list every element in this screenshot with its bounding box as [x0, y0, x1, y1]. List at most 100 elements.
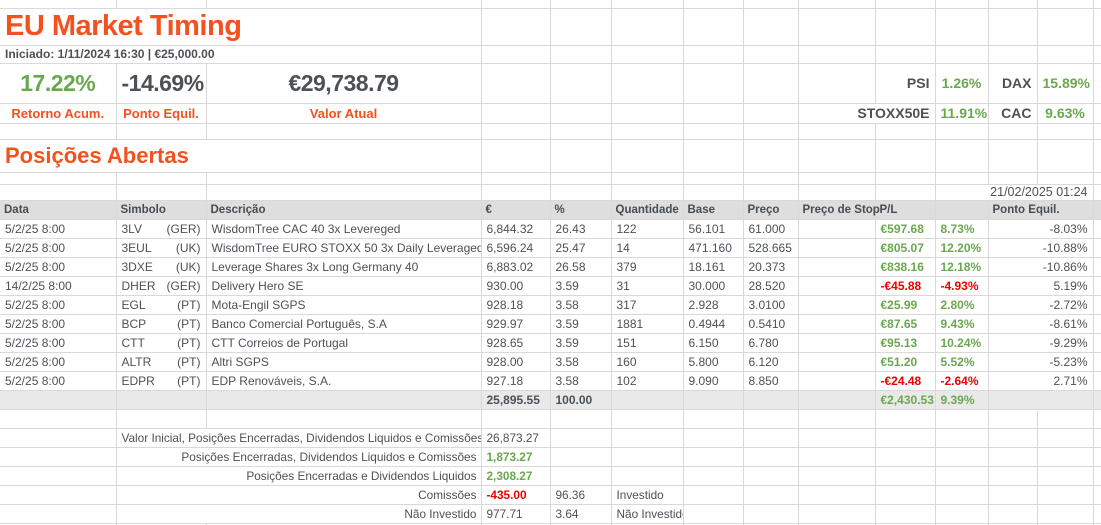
cell-stop-price[interactable]: [798, 276, 875, 295]
cell-description[interactable]: Altri SGPS: [206, 352, 481, 371]
cell-symbol[interactable]: 3DXE(UK): [116, 257, 206, 276]
cell-price[interactable]: 61.000: [743, 219, 798, 238]
cell-pl-pct[interactable]: 8.73%: [935, 219, 988, 238]
cell-symbol[interactable]: 3LV(GER): [116, 219, 206, 238]
cell-pl-eur[interactable]: €597.68: [875, 219, 935, 238]
col-header-ponto-equil[interactable]: Ponto Equil.: [988, 200, 1093, 219]
index-cac-label[interactable]: CAC: [988, 103, 1037, 123]
index-stoxx-label[interactable]: STOXX50E: [798, 103, 935, 123]
cell-date[interactable]: 14/2/25 8:00: [0, 276, 116, 295]
col-header-preco[interactable]: Preço: [743, 200, 798, 219]
cell-pl-pct[interactable]: 5.52%: [935, 352, 988, 371]
cell-description[interactable]: Banco Comercial Português, S.A: [206, 314, 481, 333]
cell-base[interactable]: 56.101: [683, 219, 743, 238]
col-header-quantidade[interactable]: Quantidade: [611, 200, 683, 219]
cell-eur[interactable]: 6,883.02: [481, 257, 550, 276]
cell-breakeven[interactable]: -8.03%: [988, 219, 1093, 238]
index-dax-label[interactable]: DAX: [988, 63, 1037, 103]
summary-label[interactable]: Posições Encerradas, Dividendos Liquidos…: [116, 447, 481, 466]
summary-pct-label[interactable]: Não Investido: [611, 504, 683, 523]
cell-pct[interactable]: 26.43: [550, 219, 611, 238]
cell-price[interactable]: 528.665: [743, 238, 798, 257]
cell-symbol[interactable]: EDPR(PT): [116, 371, 206, 390]
cell-stop-price[interactable]: [798, 257, 875, 276]
cell-description[interactable]: WisdomTree EURO STOXX 50 3x Daily Levera…: [206, 238, 481, 257]
cell-pl-eur[interactable]: -€24.48: [875, 371, 935, 390]
cell-base[interactable]: 9.090: [683, 371, 743, 390]
col-header-pl[interactable]: P/L: [875, 200, 935, 219]
cell-price[interactable]: 28.520: [743, 276, 798, 295]
cell-quantity[interactable]: 31: [611, 276, 683, 295]
page-title[interactable]: EU Market Timing: [0, 8, 481, 45]
cell-stop-price[interactable]: [798, 314, 875, 333]
cell-quantity[interactable]: 1881: [611, 314, 683, 333]
cell-stop-price[interactable]: [798, 371, 875, 390]
cell-eur[interactable]: 928.00: [481, 352, 550, 371]
cell-pl-pct[interactable]: 12.18%: [935, 257, 988, 276]
cell-pct[interactable]: 3.59: [550, 314, 611, 333]
summary-value[interactable]: -435.00: [481, 485, 550, 504]
cell-price[interactable]: 6.780: [743, 333, 798, 352]
col-header-data[interactable]: Data: [0, 200, 116, 219]
cell-description[interactable]: Leverage Shares 3x Long Germany 40: [206, 257, 481, 276]
stat-breakeven-label[interactable]: Ponto Equil.: [116, 103, 206, 123]
col-header-base[interactable]: Base: [683, 200, 743, 219]
col-header-simbolo[interactable]: Simbolo: [116, 200, 206, 219]
cell-breakeven[interactable]: -8.61%: [988, 314, 1093, 333]
cell-description[interactable]: EDP Renováveis, S.A.: [206, 371, 481, 390]
summary-value[interactable]: 1,873.27: [481, 447, 550, 466]
index-psi-label[interactable]: PSI: [875, 63, 935, 103]
cell-stop-price[interactable]: [798, 352, 875, 371]
cell-pl-eur[interactable]: -€45.88: [875, 276, 935, 295]
summary-pct-invested[interactable]: 96.36: [550, 485, 611, 504]
cell-quantity[interactable]: 102: [611, 371, 683, 390]
cell-date[interactable]: 5/2/25 8:00: [0, 257, 116, 276]
cell-eur[interactable]: 929.97: [481, 314, 550, 333]
cell-pct[interactable]: 26.58: [550, 257, 611, 276]
cell-breakeven[interactable]: -9.29%: [988, 333, 1093, 352]
cell-stop-price[interactable]: [798, 295, 875, 314]
index-cac-value[interactable]: 9.63%: [1037, 103, 1093, 123]
col-header-descricao[interactable]: Descrição: [206, 200, 481, 219]
cell-base[interactable]: 5.800: [683, 352, 743, 371]
cell-base[interactable]: 471.160: [683, 238, 743, 257]
cell-pct[interactable]: 3.58: [550, 352, 611, 371]
cell-eur[interactable]: 928.18: [481, 295, 550, 314]
cell-eur[interactable]: 6,844.32: [481, 219, 550, 238]
summary-value[interactable]: 26,873.27: [481, 428, 550, 447]
cell-pl-eur[interactable]: €51.20: [875, 352, 935, 371]
cell-breakeven[interactable]: -10.88%: [988, 238, 1093, 257]
cell-date[interactable]: 5/2/25 8:00: [0, 333, 116, 352]
cell-quantity[interactable]: 151: [611, 333, 683, 352]
cell-symbol[interactable]: ALTR(PT): [116, 352, 206, 371]
cell-description[interactable]: CTT Correios de Portugal: [206, 333, 481, 352]
cell-base[interactable]: 18.161: [683, 257, 743, 276]
cell-date[interactable]: 5/2/25 8:00: [0, 371, 116, 390]
cell-pct[interactable]: 3.59: [550, 276, 611, 295]
cell-pct[interactable]: 3.58: [550, 371, 611, 390]
summary-value[interactable]: 977.71: [481, 504, 550, 523]
cell-quantity[interactable]: 160: [611, 352, 683, 371]
cell-symbol[interactable]: EGL(PT): [116, 295, 206, 314]
summary-pct-uninvested[interactable]: 3.64: [550, 504, 611, 523]
cell-breakeven[interactable]: 2.71%: [988, 371, 1093, 390]
index-psi-value[interactable]: 1.26%: [935, 63, 988, 103]
cell-pl-eur[interactable]: €25.99: [875, 295, 935, 314]
col-header-eur[interactable]: €: [481, 200, 550, 219]
cell-description[interactable]: Mota-Engil SGPS: [206, 295, 481, 314]
col-header-preco-stop[interactable]: Preço de Stop: [798, 200, 875, 219]
cell-pl-eur[interactable]: €838.16: [875, 257, 935, 276]
cell-breakeven[interactable]: -5.23%: [988, 352, 1093, 371]
stat-current-value[interactable]: €29,738.79: [206, 63, 481, 103]
cell-pl-pct[interactable]: -4.93%: [935, 276, 988, 295]
cell-base[interactable]: 30.000: [683, 276, 743, 295]
cell-symbol[interactable]: CTT(PT): [116, 333, 206, 352]
cell-base[interactable]: 0.4944: [683, 314, 743, 333]
cell-date[interactable]: 5/2/25 8:00: [0, 314, 116, 333]
cell-eur[interactable]: 927.18: [481, 371, 550, 390]
cell-pl-pct[interactable]: 12.20%: [935, 238, 988, 257]
summary-label[interactable]: Posições Encerradas e Dividendos Liquido…: [116, 466, 481, 485]
cell-quantity[interactable]: 379: [611, 257, 683, 276]
cell-pl-eur[interactable]: €805.07: [875, 238, 935, 257]
index-stoxx-value[interactable]: 11.91%: [935, 103, 988, 123]
